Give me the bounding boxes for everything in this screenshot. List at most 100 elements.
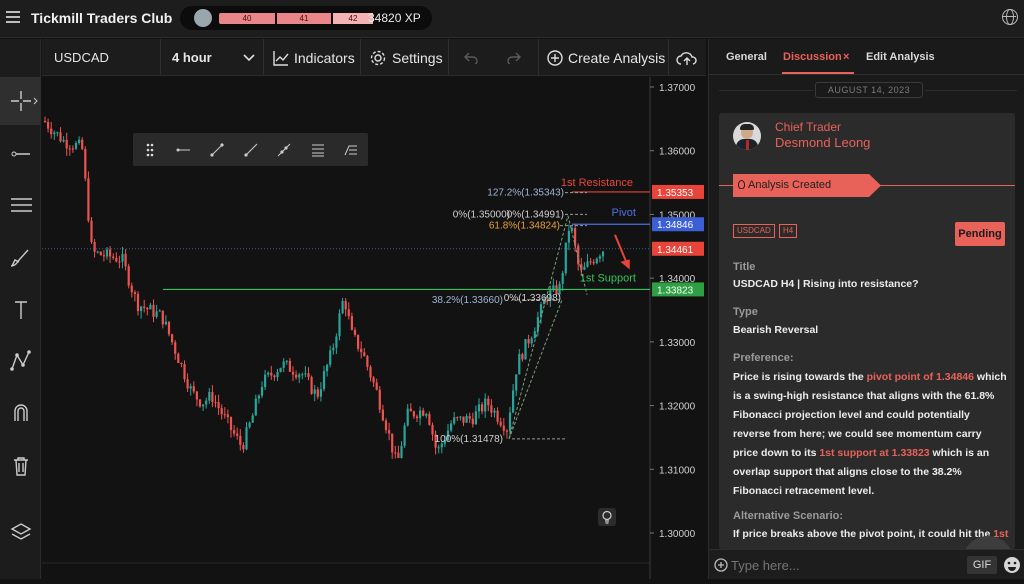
- candle-body: [267, 372, 270, 375]
- indicators-button[interactable]: Indicators: [294, 39, 355, 76]
- chevron-down-icon[interactable]: [243, 54, 255, 62]
- horizontal-ray-icon[interactable]: [167, 145, 201, 155]
- candle-body: [192, 386, 195, 392]
- candle-body: [329, 350, 332, 365]
- tab-discussion[interactable]: Discussion: [783, 51, 842, 63]
- candle-body: [50, 128, 53, 135]
- projection-arrowhead: [620, 259, 630, 270]
- candle-body: [326, 364, 329, 372]
- brush-icon: [10, 249, 29, 267]
- candle-body: [313, 389, 316, 394]
- candle-body: [84, 148, 87, 179]
- candle-body: [276, 371, 279, 378]
- candle-body: [465, 416, 468, 423]
- candle-body: [484, 398, 487, 412]
- candle-body: [180, 363, 183, 365]
- line-tool[interactable]: [0, 130, 41, 178]
- trash-icon: [13, 457, 28, 476]
- candle-body: [288, 360, 291, 372]
- xp-level-1: 40: [219, 13, 275, 24]
- candle-body: [412, 411, 415, 417]
- parallel-channel-icon[interactable]: [301, 143, 335, 157]
- indicators-icon: [273, 51, 289, 66]
- globe-icon[interactable]: [1002, 9, 1018, 25]
- lightbulb-icon[interactable]: [598, 508, 616, 526]
- candle-body: [217, 402, 220, 409]
- extended-line-icon[interactable]: [267, 142, 301, 158]
- brush-tool[interactable]: [0, 234, 41, 282]
- candle-body: [316, 389, 319, 397]
- symbol-tag: USDCAD: [733, 224, 775, 238]
- candle-body: [601, 251, 605, 257]
- candle-body: [474, 411, 477, 425]
- crosshair-tool[interactable]: [0, 77, 41, 125]
- candle-body: [363, 352, 366, 357]
- drawing-tools: [0, 39, 41, 579]
- price-tick-label: 1.33000: [659, 338, 696, 349]
- drag-handle-icon[interactable]: [133, 143, 167, 157]
- price-tag-label: 1.33823: [657, 285, 694, 296]
- candle-body: [521, 354, 524, 360]
- candle-body: [146, 307, 149, 310]
- candle-body: [524, 339, 527, 360]
- candle-body: [592, 262, 595, 264]
- candle-body: [186, 379, 189, 389]
- scroll-down-button[interactable]: [962, 536, 1014, 549]
- candle-body: [487, 398, 490, 406]
- candle-body: [47, 122, 50, 129]
- gear-icon: [370, 50, 386, 66]
- settings-button[interactable]: Settings: [392, 39, 443, 76]
- app-title: Tickmill Traders Club: [31, 10, 173, 26]
- symbol-label[interactable]: USDCAD: [54, 39, 109, 76]
- timeframe-select[interactable]: 4 hour: [172, 39, 212, 76]
- candle-body: [388, 430, 391, 434]
- candle-body: [415, 416, 419, 419]
- emoji-icon[interactable]: [1003, 556, 1021, 574]
- tab-edit-analysis[interactable]: Edit Analysis: [866, 51, 935, 63]
- trader-name[interactable]: Desmond Leong: [775, 135, 870, 150]
- candle-body: [254, 398, 257, 416]
- analysis-panel: General Discussion × Edit Analysis AUGUS…: [708, 39, 1024, 579]
- ray-line-icon[interactable]: [234, 142, 268, 158]
- layers-tool[interactable]: [0, 509, 41, 557]
- create-analysis-button[interactable]: Create Analysis: [568, 39, 665, 76]
- candle-body: [530, 338, 533, 344]
- magnet-tool[interactable]: [0, 389, 41, 437]
- price-tick-label: 1.32000: [659, 402, 696, 413]
- chart-toolbar: USDCAD 4 hour Indicators Settings Create…: [42, 39, 706, 76]
- candle-body: [112, 256, 115, 258]
- message-input[interactable]: [731, 555, 961, 575]
- candle-body: [496, 410, 499, 422]
- candle-body: [428, 413, 431, 425]
- candle-body: [257, 395, 260, 399]
- candle-body: [298, 374, 301, 378]
- candle-body: [59, 132, 62, 142]
- close-icon[interactable]: ×: [843, 51, 849, 63]
- candle-body: [490, 405, 493, 413]
- text-icon: [14, 301, 27, 319]
- candle-body: [248, 422, 251, 428]
- candle-body: [450, 423, 453, 431]
- fib-tool[interactable]: [0, 181, 41, 229]
- trend-line-icon[interactable]: [200, 142, 234, 158]
- candle-body: [174, 342, 177, 354]
- candle-body: [391, 433, 394, 453]
- fib-retracement-icon[interactable]: [334, 143, 368, 157]
- trader-role: Chief Trader: [775, 120, 842, 134]
- pattern-tool[interactable]: [0, 337, 41, 385]
- redo-icon[interactable]: [507, 52, 521, 64]
- gif-button[interactable]: GIF: [967, 556, 997, 574]
- menu-icon[interactable]: [6, 11, 20, 23]
- undo-icon[interactable]: [464, 52, 478, 64]
- candle-body: [341, 300, 344, 314]
- candle-body: [226, 414, 229, 418]
- delete-tool[interactable]: [0, 442, 41, 490]
- tab-general[interactable]: General: [726, 51, 767, 63]
- candle-body: [344, 300, 347, 310]
- cloud-upload-icon[interactable]: [676, 50, 698, 66]
- candle-body: [481, 404, 484, 412]
- candle-body: [394, 452, 397, 454]
- add-attachment-icon[interactable]: [714, 558, 728, 572]
- text-tool[interactable]: [0, 286, 41, 334]
- panel-tabs: General Discussion × Edit Analysis: [709, 39, 1024, 75]
